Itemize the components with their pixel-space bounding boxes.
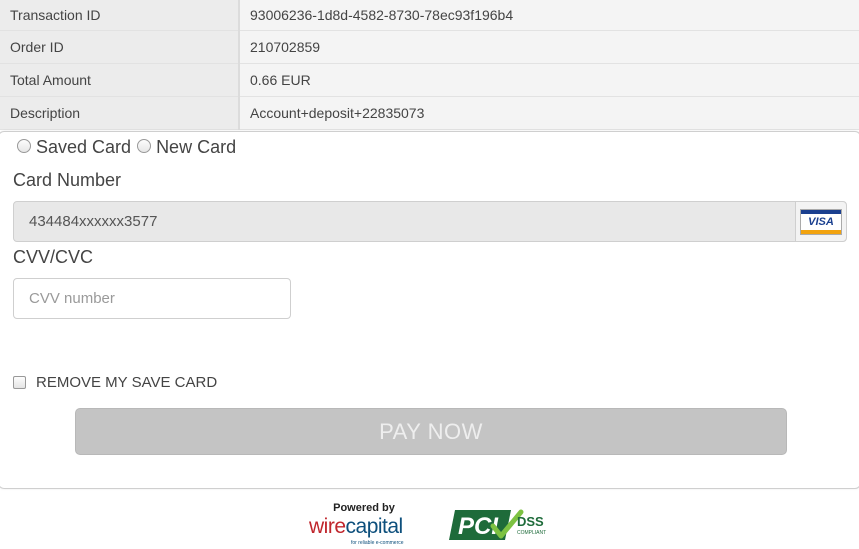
cvv-input[interactable]	[13, 278, 291, 319]
order-id-value: 210702859	[239, 30, 859, 64]
pay-now-button[interactable]: PAY NOW	[75, 408, 787, 455]
transaction-id-label: Transaction ID	[0, 0, 240, 31]
description-label: Description	[0, 96, 240, 130]
table-row: Transaction ID 93006236-1d8d-4582-8730-7…	[0, 0, 859, 31]
card-type-radio-group: Saved Card New Card	[17, 137, 242, 158]
remove-saved-card-label[interactable]: REMOVE MY SAVE CARD	[36, 374, 217, 391]
wire-capital-wordmark: wirecapital	[309, 515, 403, 538]
saved-card-label[interactable]: Saved Card	[36, 137, 131, 158]
remove-saved-card-row[interactable]: REMOVE MY SAVE CARD	[13, 374, 217, 391]
dss-text: DSS	[517, 514, 544, 529]
card-number-field[interactable]: 434484xxxxxx3577 VISA	[13, 201, 847, 242]
footer-logos: Powered by wirecapital for reliable e-co…	[0, 500, 859, 549]
description-value: Account+deposit+22835073	[239, 96, 859, 130]
payment-form-panel: Saved Card New Card Card Number 434484xx…	[0, 131, 859, 489]
card-brand-badge: VISA	[795, 202, 846, 241]
visa-card-icon: VISA	[800, 208, 842, 235]
cvv-label: CVV/CVC	[13, 247, 94, 267]
table-row: Total Amount 0.66 EUR	[0, 63, 859, 97]
remove-saved-card-checkbox[interactable]	[13, 376, 26, 389]
table-row: Description Account+deposit+22835073	[0, 96, 859, 130]
transaction-id-value: 93006236-1d8d-4582-8730-78ec93f196b4	[239, 0, 859, 31]
card-number-value: 434484xxxxxx3577	[29, 213, 158, 230]
wire-capital-tagline: for reliable e-commerce	[351, 540, 404, 546]
visa-brand-text: VISA	[808, 215, 834, 228]
pci-dss-compliant-logo: PCI DSS COMPLIANT	[449, 509, 546, 540]
card-number-label: Card Number	[13, 170, 122, 190]
total-amount-label: Total Amount	[0, 63, 240, 97]
compliant-text: COMPLIANT	[517, 530, 546, 536]
new-card-label[interactable]: New Card	[156, 137, 236, 158]
table-row: Order ID 210702859	[0, 30, 859, 64]
transaction-details-table: Transaction ID 93006236-1d8d-4582-8730-7…	[0, 0, 859, 130]
saved-card-radio[interactable]	[17, 138, 31, 153]
total-amount-value: 0.66 EUR	[239, 63, 859, 97]
order-id-label: Order ID	[0, 30, 240, 64]
new-card-radio[interactable]	[137, 138, 152, 153]
powered-by-text: Powered by	[333, 502, 395, 514]
wire-capital-logo: Powered by wirecapital for reliable e-co…	[305, 502, 425, 548]
